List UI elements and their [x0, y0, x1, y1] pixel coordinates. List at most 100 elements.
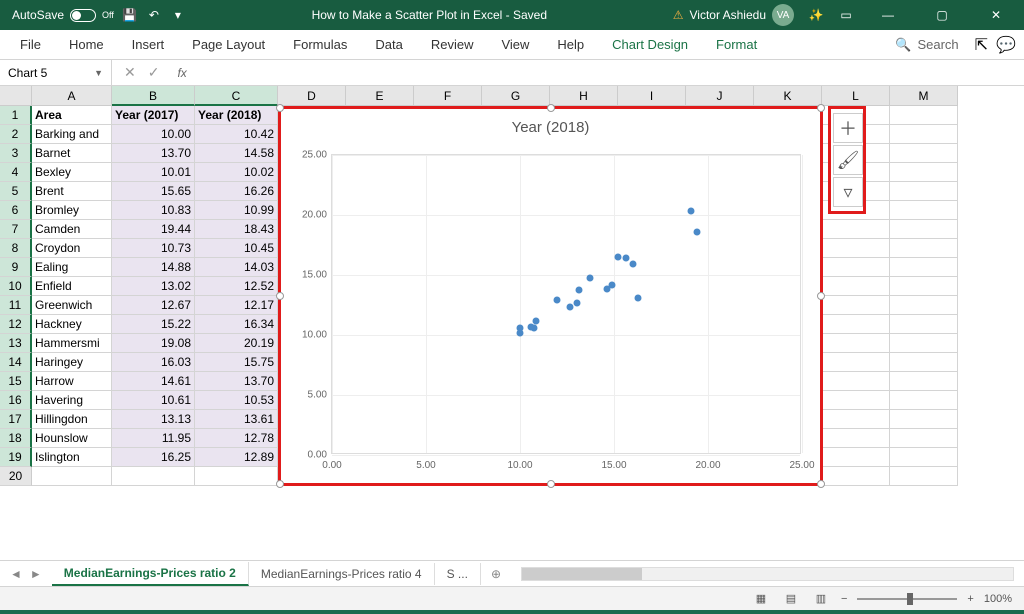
row-header[interactable]: 17	[0, 410, 32, 429]
cell[interactable]: 16.25	[112, 448, 195, 467]
cell[interactable]: 11.95	[112, 429, 195, 448]
tab-chart-design[interactable]: Chart Design	[600, 31, 700, 58]
page-break-view-icon[interactable]: ▥	[811, 590, 831, 608]
cell[interactable]: Croydon	[32, 239, 112, 258]
col-header-g[interactable]: G	[482, 86, 550, 106]
cell[interactable]	[32, 467, 112, 486]
formula-input[interactable]	[193, 60, 1024, 85]
row-header[interactable]: 3	[0, 144, 32, 163]
cell[interactable]	[822, 277, 890, 296]
cell[interactable]: 19.08	[112, 334, 195, 353]
tab-data[interactable]: Data	[363, 31, 414, 58]
col-header-i[interactable]: I	[618, 86, 686, 106]
cell[interactable]: 12.89	[195, 448, 278, 467]
zoom-in-button[interactable]: +	[967, 593, 973, 605]
cell[interactable]	[890, 163, 958, 182]
tab-view[interactable]: View	[489, 31, 541, 58]
ribbon-display-icon[interactable]: ▭	[838, 7, 854, 23]
cell[interactable]: 20.19	[195, 334, 278, 353]
row-header[interactable]: 5	[0, 182, 32, 201]
row-header[interactable]: 8	[0, 239, 32, 258]
cell[interactable]	[112, 467, 195, 486]
row-header[interactable]: 12	[0, 315, 32, 334]
tab-formulas[interactable]: Formulas	[281, 31, 359, 58]
data-point[interactable]	[630, 261, 637, 268]
select-all-corner[interactable]	[0, 86, 32, 106]
data-point[interactable]	[567, 303, 574, 310]
user-account[interactable]: ⚠ Victor Ashiedu VA	[673, 4, 794, 26]
row-header[interactable]: 6	[0, 201, 32, 220]
cell[interactable]	[822, 334, 890, 353]
cell[interactable]	[890, 391, 958, 410]
cell[interactable]: 10.45	[195, 239, 278, 258]
scatter-chart[interactable]: Year (2018) 0.005.0010.0015.0020.0025.00…	[278, 106, 823, 486]
cell[interactable]: 10.73	[112, 239, 195, 258]
cell[interactable]	[822, 448, 890, 467]
cell[interactable]: 16.34	[195, 315, 278, 334]
fx-label[interactable]: fx	[171, 66, 192, 80]
cell[interactable]: 12.67	[112, 296, 195, 315]
row-header[interactable]: 4	[0, 163, 32, 182]
cell[interactable]	[890, 334, 958, 353]
cell[interactable]: Islington	[32, 448, 112, 467]
sheet-tab[interactable]: MedianEarnings-Prices ratio 4	[249, 563, 435, 585]
row-header[interactable]: 9	[0, 258, 32, 277]
sheet-tab[interactable]: S ...	[435, 563, 481, 585]
cell[interactable]	[890, 353, 958, 372]
row-header[interactable]: 14	[0, 353, 32, 372]
zoom-out-button[interactable]: −	[841, 593, 847, 605]
cell[interactable]: 14.88	[112, 258, 195, 277]
cell[interactable]: Enfield	[32, 277, 112, 296]
cancel-icon[interactable]: ✕	[124, 64, 136, 81]
cell[interactable]	[890, 448, 958, 467]
cell[interactable]: 10.02	[195, 163, 278, 182]
tab-insert[interactable]: Insert	[120, 31, 177, 58]
chart-elements-button[interactable]: ＋	[833, 113, 863, 143]
cell[interactable]	[890, 372, 958, 391]
cell[interactable]: 12.52	[195, 277, 278, 296]
col-header-a[interactable]: A	[32, 86, 112, 106]
chart-title[interactable]: Year (2018)	[281, 109, 820, 146]
data-point[interactable]	[623, 254, 630, 261]
coming-soon-icon[interactable]: ✨	[808, 7, 824, 23]
cell[interactable]	[890, 277, 958, 296]
cell[interactable]	[890, 258, 958, 277]
data-point[interactable]	[586, 275, 593, 282]
cell[interactable]	[890, 315, 958, 334]
cell[interactable]: 14.61	[112, 372, 195, 391]
cell[interactable]	[822, 239, 890, 258]
data-point[interactable]	[687, 207, 694, 214]
data-point[interactable]	[615, 253, 622, 260]
row-header[interactable]: 16	[0, 391, 32, 410]
cell[interactable]: Greenwich	[32, 296, 112, 315]
cell[interactable]: 16.26	[195, 182, 278, 201]
confirm-icon[interactable]: ✓	[148, 64, 160, 81]
cell[interactable]	[822, 258, 890, 277]
cell[interactable]: 13.70	[195, 372, 278, 391]
chart-filters-button[interactable]: ▿	[833, 177, 863, 207]
cell[interactable]: 15.75	[195, 353, 278, 372]
col-header-k[interactable]: K	[754, 86, 822, 106]
cell[interactable]: 14.03	[195, 258, 278, 277]
row-header[interactable]: 20	[0, 467, 32, 486]
data-point[interactable]	[603, 285, 610, 292]
redo-dropdown-icon[interactable]: ▾	[170, 7, 186, 23]
col-header-f[interactable]: F	[414, 86, 482, 106]
page-layout-view-icon[interactable]: ▤	[781, 590, 801, 608]
cell[interactable]	[890, 467, 958, 486]
row-header[interactable]: 11	[0, 296, 32, 315]
comments-icon[interactable]: 💬	[996, 35, 1016, 55]
autosave-toggle[interactable]: AutoSave Off	[12, 8, 114, 22]
undo-icon[interactable]: ↶	[146, 7, 162, 23]
cell[interactable]	[822, 391, 890, 410]
data-point[interactable]	[553, 296, 560, 303]
search-box[interactable]: 🔍 Search	[895, 37, 958, 53]
cell[interactable]: Hillingdon	[32, 410, 112, 429]
row-header[interactable]: 7	[0, 220, 32, 239]
row-header[interactable]: 10	[0, 277, 32, 296]
share-icon[interactable]: ⇱	[975, 35, 988, 55]
cell[interactable]	[890, 144, 958, 163]
cell[interactable]: 10.99	[195, 201, 278, 220]
cell[interactable]	[822, 410, 890, 429]
cell[interactable]: 13.13	[112, 410, 195, 429]
